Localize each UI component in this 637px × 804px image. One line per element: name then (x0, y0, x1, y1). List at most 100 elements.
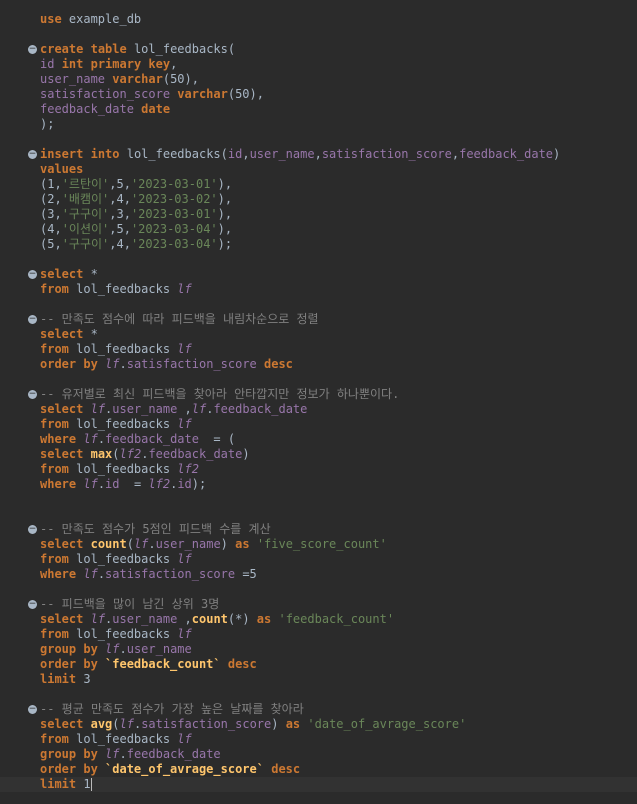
code-line[interactable] (0, 27, 637, 42)
code-text: (1,'르탄이',5,'2023-03-01'), (40, 177, 232, 192)
code-token: max (90, 447, 113, 461)
code-line[interactable]: select lf.user_name ,lf.feedback_date (0, 402, 637, 417)
code-line[interactable] (0, 132, 637, 147)
code-token: into (90, 147, 120, 161)
fold-toggle-icon[interactable]: − (28, 315, 37, 324)
code-token: ), (217, 177, 233, 191)
code-line[interactable] (0, 372, 637, 387)
fold-toggle-icon[interactable]: − (28, 270, 37, 279)
code-line[interactable]: select * (0, 327, 637, 342)
code-line[interactable]: satisfaction_score varchar(50), (0, 87, 637, 102)
code-line[interactable]: feedback_date date (0, 102, 637, 117)
code-line[interactable] (0, 297, 637, 312)
fold-toggle-icon[interactable]: − (28, 390, 37, 399)
code-line[interactable]: select lf.user_name ,count(*) as 'feedba… (0, 612, 637, 627)
code-line[interactable]: from lol_feedbacks lf2 (0, 462, 637, 477)
code-line[interactable]: select count(lf.user_name) as 'five_scor… (0, 537, 637, 552)
code-line[interactable]: − -- 만족도 점수가 5점인 피드백 수를 계산 (0, 522, 637, 537)
fold-toggle-icon[interactable]: − (28, 525, 37, 534)
fold-toggle-icon[interactable]: − (28, 45, 37, 54)
code-line[interactable]: − -- 유저별로 최신 피드백을 찾아라 안타깝지만 정보가 하나뿐이다. (0, 387, 637, 402)
code-line[interactable]: values (0, 162, 637, 177)
code-line[interactable]: group by lf.user_name (0, 642, 637, 657)
code-line[interactable]: (3,'구구이',3,'2023-03-01'), (0, 207, 637, 222)
code-line[interactable]: select max(lf2.feedback_date) (0, 447, 637, 462)
code-line[interactable]: − -- 만족도 점수에 따라 피드백을 내림차순으로 정렬 (0, 312, 637, 327)
code-line[interactable]: from lol_feedbacks lf (0, 342, 637, 357)
code-token: ) (220, 537, 236, 551)
code-text: select lf.user_name ,count(*) as 'feedba… (40, 612, 394, 627)
code-token: '이션이' (61, 222, 110, 236)
code-line[interactable]: (2,'배캠이',4,'2023-03-02'), (0, 192, 637, 207)
code-line[interactable]: order by lf.satisfaction_score desc (0, 357, 637, 372)
fold-toggle-icon[interactable]: − (28, 600, 37, 609)
fold-toggle-icon[interactable]: − (28, 705, 37, 714)
code-line[interactable]: where lf.id = lf2.id); (0, 477, 637, 492)
code-line[interactable]: − -- 피드백을 많이 남긴 상위 3명 (0, 597, 637, 612)
fold-toggle-icon[interactable]: − (28, 150, 37, 159)
code-token: (2, (40, 192, 62, 206)
code-line[interactable]: (4,'이션이',5,'2023-03-04'), (0, 222, 637, 237)
code-text: -- 만족도 점수가 5점인 피드백 수를 계산 (40, 522, 271, 537)
code-line[interactable]: select avg(lf.satisfaction_score) as 'da… (0, 717, 637, 732)
code-token: lol_feedbacks (68, 552, 178, 566)
code-text: from lol_feedbacks lf (40, 732, 192, 747)
code-line[interactable]: − create table lol_feedbacks( (0, 42, 637, 57)
sql-editor[interactable]: use example_db − create table lol_feedback… (0, 12, 637, 792)
code-line[interactable]: from lol_feedbacks lf (0, 732, 637, 747)
code-token: 'feedback_count' (278, 612, 395, 626)
code-line[interactable]: where lf.feedback_date = ( (0, 432, 637, 447)
code-token: where (40, 432, 77, 446)
code-token: user_name (126, 642, 192, 656)
code-line[interactable]: order by `feedback_count` desc (0, 657, 637, 672)
code-line[interactable]: where lf.satisfaction_score =5 (0, 567, 637, 582)
code-token: (1, (40, 177, 62, 191)
code-line[interactable]: use example_db (0, 12, 637, 27)
code-line[interactable]: ); (0, 117, 637, 132)
code-token: , (242, 147, 250, 161)
code-token: lf (177, 627, 192, 641)
code-text: select * (40, 267, 98, 282)
code-line[interactable]: order by `date_of_avrage_score` desc (0, 762, 637, 777)
code-line[interactable]: − select * (0, 267, 637, 282)
code-line[interactable]: (5,'구구이',4,'2023-03-04'); (0, 237, 637, 252)
code-token: from (40, 342, 69, 356)
code-line[interactable]: from lol_feedbacks lf (0, 282, 637, 297)
code-line[interactable]: limit 1 (0, 777, 637, 792)
code-line[interactable]: (1,'르탄이',5,'2023-03-01'), (0, 177, 637, 192)
code-line[interactable] (0, 687, 637, 702)
code-token: 'date_of_avrage_score' (307, 717, 467, 731)
code-line[interactable]: from lol_feedbacks lf (0, 627, 637, 642)
code-token: feedback_date (213, 402, 308, 416)
code-line[interactable]: − insert into lol_feedbacks(id,user_name,… (0, 147, 637, 162)
code-line[interactable]: group by lf.feedback_date (0, 747, 637, 762)
code-text: use example_db (40, 12, 141, 27)
code-token: lf (90, 612, 106, 626)
code-text: create table lol_feedbacks( (40, 42, 235, 57)
code-line[interactable]: id int primary key, (0, 57, 637, 72)
code-text: group by lf.feedback_date (40, 747, 221, 762)
code-line[interactable]: − -- 평균 만족도 점수가 가장 높은 날짜를 찾아라 (0, 702, 637, 717)
code-token: * (83, 267, 98, 281)
code-text: from lol_feedbacks lf2 (40, 462, 199, 477)
code-line[interactable]: from lol_feedbacks lf (0, 417, 637, 432)
code-token: order by (40, 762, 98, 776)
code-text: (2,'배캠이',4,'2023-03-02'), (40, 192, 232, 207)
code-text: (3,'구구이',3,'2023-03-01'), (40, 207, 232, 222)
code-line[interactable]: user_name varchar(50), (0, 72, 637, 87)
code-line[interactable] (0, 507, 637, 522)
code-line[interactable] (0, 582, 637, 597)
code-token: lf (83, 477, 98, 491)
code-line[interactable]: limit 3 (0, 672, 637, 687)
code-line[interactable] (0, 252, 637, 267)
code-line[interactable]: from lol_feedbacks lf (0, 552, 637, 567)
code-line[interactable] (0, 492, 637, 507)
code-token: , (314, 147, 322, 161)
